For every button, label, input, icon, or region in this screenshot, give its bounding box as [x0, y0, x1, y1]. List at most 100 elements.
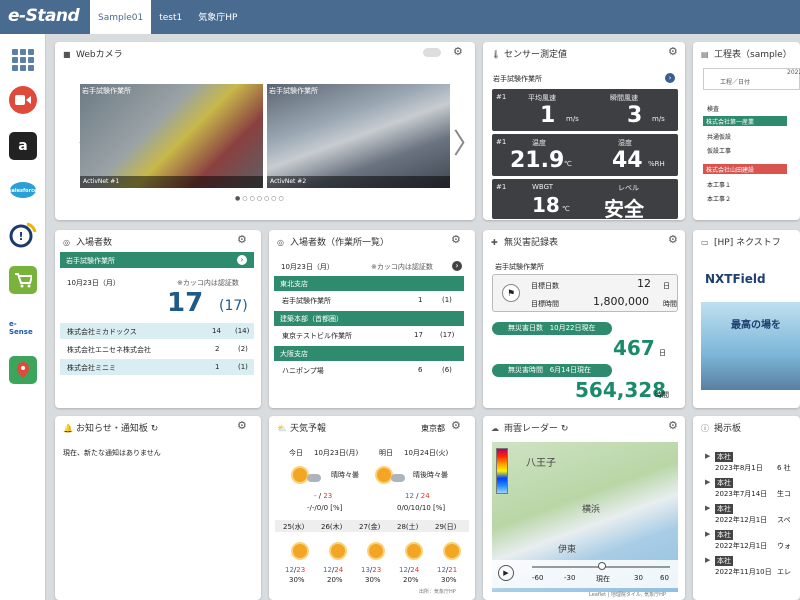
nextfield-logo[interactable]: NXTField — [705, 272, 766, 286]
weather-area[interactable]: 東京都 — [421, 423, 445, 434]
schedule-row: 株式会社第一産業 — [703, 116, 787, 126]
partly-cloudy-icon: ⛅ — [277, 424, 287, 433]
sensor-block-wbgt: #1 WBGT 18 ℃ レベル 安全 — [492, 179, 678, 220]
visitors-auth: (17) — [219, 298, 248, 314]
board-title: ⓘ 掲示板 — [701, 424, 742, 434]
salesforce-icon[interactable]: salesforce — [9, 176, 37, 204]
radar-map[interactable]: 八王子 横浜 伊東 ▶ -60 -30 現在 30 60 — [492, 442, 678, 592]
notice-card: 🔔 お知らせ・通知板 ↻ ⚙ 現在、新たな通知はありません — [55, 416, 261, 600]
timeline-handle[interactable] — [598, 562, 606, 570]
schedule-row: 仮設工事 — [707, 148, 732, 155]
refresh-icon[interactable]: ↻ — [151, 424, 159, 434]
cloudy-icon — [307, 474, 321, 482]
sunny-icon — [377, 468, 391, 482]
camera-feed-2[interactable]: 岩手試験作業所 ActivNet #2 — [267, 84, 450, 188]
camera-feed-1[interactable]: 岩手試験作業所 ActivNet #1 — [80, 84, 263, 188]
safety-site: 岩手試験作業所 — [495, 263, 544, 271]
schedule-header: 工程／日付 — [703, 68, 800, 90]
calendar-icon: ▤ — [701, 50, 709, 59]
gear-icon[interactable]: ⚙ — [451, 234, 462, 245]
radar-card: ☁ 雨雲レーダー ↻ ⚙ 八王子 横浜 伊東 ▶ -60 -30 現在 30 60… — [483, 416, 685, 600]
next-arrow-icon[interactable]: 〉 — [453, 122, 475, 162]
tomorrow-desc: 晴後時々曇 — [413, 471, 448, 479]
gear-icon[interactable]: ⚙ — [237, 420, 248, 431]
weather-card: ⛅ 天気予報 東京都 ⚙ 今日 10月23日(月) 晴時々曇 - / 23 -/-… — [269, 416, 475, 600]
app-logo[interactable]: e-Stand — [8, 6, 80, 26]
schedule-year: 2022 — [787, 69, 800, 76]
camera-1-caption: ActivNet #1 — [80, 176, 263, 188]
table-row: 東京テストビル作業所 17 (17) — [282, 331, 455, 340]
sensor-card: 🌡 センサー測定値 ⚙ 岩手試験作業所 › #1 平均風速 1 m/s 瞬間風速 … — [483, 42, 685, 220]
visitors-note: ※カッコ内は認証数 — [177, 279, 239, 287]
visitors-title: ◎ 入場者数 — [63, 238, 113, 248]
person-scan-icon: ◎ — [277, 238, 284, 247]
today-desc: 晴時々曇 — [331, 471, 359, 479]
radar-credit[interactable]: Leaflet | 地理院タイル, 気象庁HP — [589, 591, 666, 598]
nextfield-card: ▭ [HP] ネクストフ NXTField 最高の場を — [693, 230, 800, 408]
table-row: 株式会社エニセネ株式会社 2 (2) — [60, 341, 254, 357]
weather-source: 出所：気象庁HP — [419, 589, 456, 595]
video-call-icon[interactable] — [9, 86, 37, 114]
gear-icon[interactable]: ⚙ — [453, 46, 464, 57]
refresh-icon[interactable]: ↻ — [561, 424, 569, 434]
grid-icon[interactable] — [9, 46, 37, 74]
webcam-toggle[interactable] — [423, 48, 441, 57]
visitors-card: ◎ 入場者数 ⚙ 岩手試験作業所 › 10月23日（月） ※カッコ内は認証数 17… — [55, 230, 261, 408]
nextfield-banner-image[interactable]: 最高の場を — [701, 302, 800, 390]
info-icon: ⓘ — [701, 424, 709, 433]
carousel-dots[interactable]: ●○○○○○○ — [235, 195, 286, 202]
radar-title: ☁ 雨雲レーダー ↻ — [491, 424, 569, 434]
play-icon[interactable]: ▶ — [498, 565, 514, 581]
safety-days-pill: 無災害日数 10月22日現在 — [492, 322, 612, 335]
camera-1-label: 岩手試験作業所 — [82, 87, 131, 95]
tomorrow-label: 明日 — [379, 449, 393, 457]
chevron-right-icon[interactable]: › — [237, 255, 247, 265]
safety-hours-pill: 無災害時間 6月14日現在 — [492, 364, 612, 377]
map-pin-icon[interactable] — [9, 356, 37, 384]
weather-title: ⛅ 天気予報 — [277, 424, 327, 434]
sensor-site: 岩手試験作業所 — [493, 75, 542, 83]
gear-icon[interactable]: ⚙ — [237, 234, 248, 245]
thermometer-icon: 🌡 — [491, 50, 502, 59]
webcam-card: ■Webカメラ ⚙ 〈 〉 岩手試験作業所 ActivNet #1 岩手試験作業… — [55, 42, 475, 220]
cloudy-icon — [391, 474, 405, 482]
tomorrow-rain: 0/0/10/10 [%] — [397, 504, 446, 512]
radar-legend — [496, 448, 508, 494]
chevron-right-icon[interactable]: › — [452, 261, 462, 271]
tab-bar: Sample01 test1 気象庁HP — [90, 0, 245, 34]
today-date: 10月23日(月) — [314, 449, 359, 457]
cart-icon[interactable] — [9, 266, 37, 294]
gear-icon[interactable]: ⚙ — [668, 46, 679, 57]
tab-test1[interactable]: test1 — [151, 0, 190, 34]
sunny-icon — [369, 544, 383, 558]
radar-timeline[interactable]: ▶ -60 -30 現在 30 60 — [492, 560, 678, 588]
visitors-total: 17 — [167, 288, 204, 318]
a-app-icon[interactable]: a — [9, 132, 37, 160]
app-sidebar: a salesforce ! e-Sense — [0, 34, 46, 600]
schedule-row: 本工事１ — [707, 182, 732, 189]
gear-icon[interactable]: ⚙ — [668, 234, 679, 245]
today-rain: -/-/0/0 [%] — [307, 504, 343, 512]
visitors-list-date: 10月23日（月） — [281, 263, 334, 271]
visitors-site-bar[interactable]: 岩手試験作業所 — [60, 252, 254, 268]
chevron-right-icon[interactable]: › — [665, 73, 675, 83]
group-header: 大阪支店 — [274, 346, 464, 361]
alert-signal-icon[interactable]: ! — [9, 220, 37, 248]
svg-text:salesforce: salesforce — [9, 188, 37, 194]
e-sense-icon[interactable]: e-Sense — [9, 314, 37, 342]
notice-title: 🔔 お知らせ・通知板 ↻ — [63, 424, 159, 434]
tab-sample01[interactable]: Sample01 — [90, 0, 152, 34]
table-row: ハニポンプ場 6 (6) — [282, 366, 452, 375]
schedule-row: 共通仮設 — [707, 134, 732, 141]
table-row: 株式会社ミカドックス 14 (14) — [60, 323, 254, 339]
browser-icon: ▭ — [701, 238, 709, 247]
sensor-block-temp: #1 温度 21.9 ℃ 湿度 44 %RH — [492, 134, 678, 176]
camera-icon: ■ — [63, 50, 71, 59]
tab-jma[interactable]: 気象庁HP — [190, 0, 245, 34]
gear-icon[interactable]: ⚙ — [451, 420, 462, 431]
camera-2-caption: ActivNet #2 — [267, 176, 450, 188]
svg-text:!: ! — [18, 230, 23, 243]
gear-icon[interactable]: ⚙ — [668, 420, 679, 431]
schedule-row: 本工事２ — [707, 196, 732, 203]
sunny-icon — [445, 544, 459, 558]
